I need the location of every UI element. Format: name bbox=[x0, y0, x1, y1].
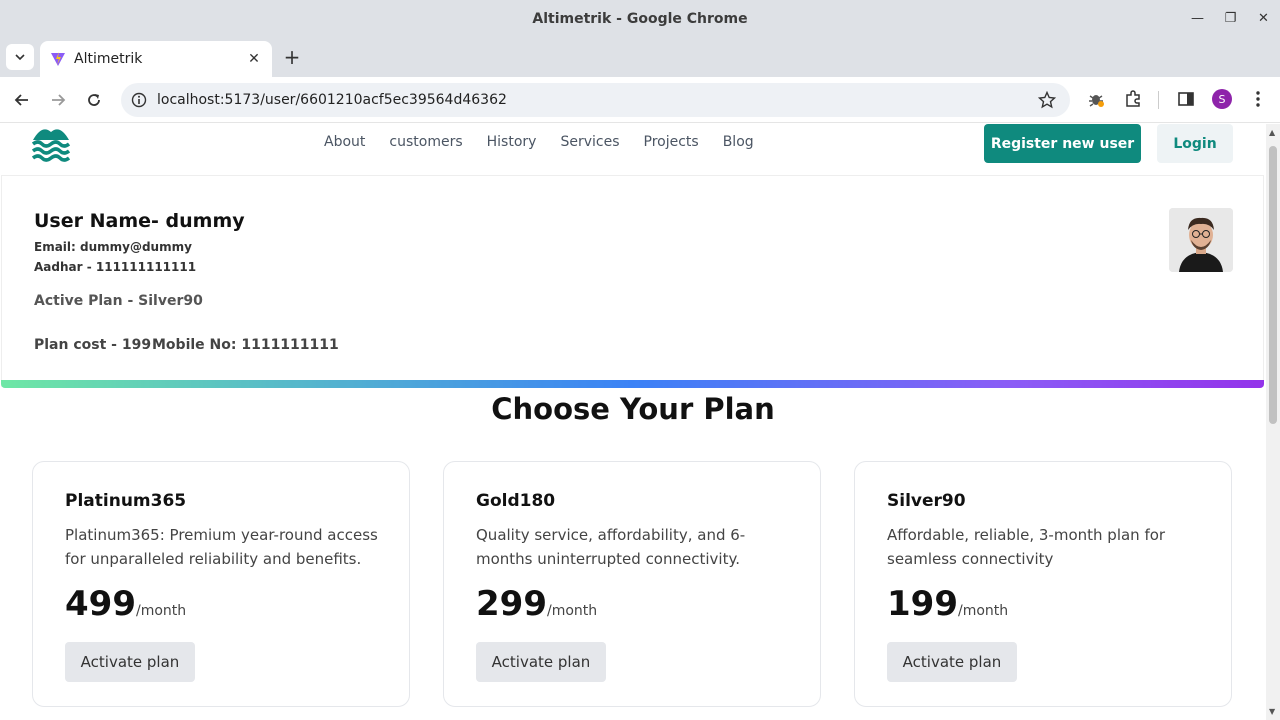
window-title: Altimetrik - Google Chrome bbox=[532, 10, 748, 27]
url-text: localhost:5173/user/6601210acf5ec39564d4… bbox=[157, 92, 507, 108]
side-panel-icon[interactable] bbox=[1174, 87, 1198, 111]
nav-customers[interactable]: customers bbox=[389, 134, 462, 150]
profile-initial: S bbox=[1212, 89, 1232, 109]
page-viewport: About customers History Services Project… bbox=[0, 124, 1266, 720]
close-window-icon[interactable]: ✕ bbox=[1247, 0, 1280, 37]
price-amount: 199 bbox=[887, 584, 958, 624]
plan-price: 299 /month bbox=[476, 584, 597, 624]
user-active-plan: Active Plan - Silver90 bbox=[34, 293, 203, 309]
bug-extension-icon[interactable] bbox=[1084, 87, 1108, 111]
activate-plan-button[interactable]: Activate plan bbox=[476, 642, 606, 682]
page-scrollbar[interactable]: ▲ ▼ bbox=[1266, 124, 1280, 720]
forward-icon[interactable] bbox=[44, 86, 72, 114]
user-plan-cost: Plan cost - 199 bbox=[34, 337, 152, 353]
nav-about[interactable]: About bbox=[324, 134, 365, 150]
price-unit: /month bbox=[957, 603, 1009, 619]
minimize-icon[interactable]: — bbox=[1181, 0, 1214, 37]
extensions-icon[interactable] bbox=[1121, 87, 1145, 111]
toolbar-divider bbox=[1158, 91, 1159, 109]
gradient-divider bbox=[1, 380, 1264, 388]
plan-name: Gold180 bbox=[476, 491, 556, 511]
plan-price: 199 /month bbox=[887, 584, 1008, 624]
more-menu-icon[interactable] bbox=[1246, 87, 1270, 111]
tab-strip: Altimetrik ✕ + bbox=[0, 37, 1280, 77]
vite-favicon-icon bbox=[51, 52, 65, 66]
user-name: User Name- dummy bbox=[34, 210, 245, 232]
plan-description: Platinum365: Premium year-round access f… bbox=[65, 526, 378, 568]
nav-services[interactable]: Services bbox=[560, 134, 619, 150]
plan-name: Platinum365 bbox=[65, 491, 187, 511]
activate-plan-button[interactable]: Activate plan bbox=[65, 642, 195, 682]
scroll-down-arrow-icon[interactable]: ▼ bbox=[1269, 707, 1275, 716]
site-info-icon[interactable] bbox=[131, 92, 147, 108]
tab-search-button[interactable] bbox=[6, 44, 34, 70]
maximize-icon[interactable]: ❐ bbox=[1214, 0, 1247, 37]
address-bar[interactable]: localhost:5173/user/6601210acf5ec39564d4… bbox=[121, 83, 1070, 117]
user-avatar bbox=[1169, 208, 1233, 272]
window-titlebar: Altimetrik - Google Chrome — ❐ ✕ bbox=[0, 0, 1280, 37]
plan-name: Silver90 bbox=[887, 491, 966, 511]
reload-icon[interactable] bbox=[80, 86, 108, 114]
back-icon[interactable] bbox=[8, 86, 36, 114]
main-nav: About customers History Services Project… bbox=[324, 134, 754, 150]
bookmark-star-icon[interactable] bbox=[1037, 90, 1057, 113]
user-aadhar: Aadhar - 111111111111 bbox=[34, 260, 197, 274]
scroll-up-arrow-icon[interactable]: ▲ bbox=[1269, 128, 1275, 137]
new-tab-icon[interactable]: + bbox=[281, 45, 303, 69]
nav-history[interactable]: History bbox=[487, 134, 537, 150]
nav-projects[interactable]: Projects bbox=[644, 134, 699, 150]
price-unit: /month bbox=[135, 603, 187, 619]
nav-blog[interactable]: Blog bbox=[723, 134, 754, 150]
plan-description: Quality service, affordability, and 6-mo… bbox=[476, 526, 746, 568]
browser-toolbar: localhost:5173/user/6601210acf5ec39564d4… bbox=[0, 77, 1280, 123]
plan-card-platinum365: Platinum365 Platinum365: Premium year-ro… bbox=[32, 461, 410, 707]
waves-logo-icon[interactable] bbox=[32, 128, 70, 164]
plan-card-silver90: Silver90 Affordable, reliable, 3-month p… bbox=[854, 461, 1232, 707]
user-profile-card: User Name- dummy Email: dummy@dummy Aadh… bbox=[1, 175, 1264, 387]
login-button[interactable]: Login bbox=[1157, 124, 1233, 163]
tab-title: Altimetrik bbox=[74, 51, 143, 67]
chevron-down-icon bbox=[15, 54, 25, 61]
tab-altimetrik[interactable]: Altimetrik ✕ bbox=[40, 41, 272, 77]
register-new-user-button[interactable]: Register new user bbox=[984, 124, 1141, 163]
scrollbar-thumb[interactable] bbox=[1269, 146, 1277, 424]
user-email: Email: dummy@dummy bbox=[34, 240, 192, 254]
plan-price: 499 /month bbox=[65, 584, 186, 624]
price-amount: 299 bbox=[476, 584, 547, 624]
plan-card-gold180: Gold180 Quality service, affordability, … bbox=[443, 461, 821, 707]
profile-avatar-button[interactable]: S bbox=[1210, 87, 1234, 111]
plan-description: Affordable, reliable, 3-month plan for s… bbox=[887, 526, 1166, 568]
activate-plan-button[interactable]: Activate plan bbox=[887, 642, 1017, 682]
close-icon[interactable]: ✕ bbox=[244, 49, 264, 69]
user-mobile: Mobile No: 1111111111 bbox=[152, 337, 339, 353]
choose-plan-title: Choose Your Plan bbox=[491, 392, 775, 426]
price-amount: 499 bbox=[65, 584, 136, 624]
price-unit: /month bbox=[546, 603, 598, 619]
